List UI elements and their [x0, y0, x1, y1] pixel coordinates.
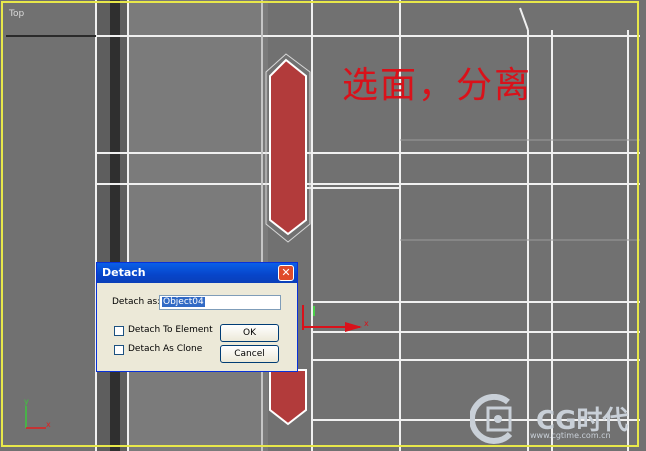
close-icon[interactable]: ✕	[278, 265, 294, 281]
cancel-button[interactable]: Cancel	[220, 345, 279, 363]
detach-as-input-value: Object04	[162, 297, 205, 307]
detach-as-clone-checkbox[interactable]	[114, 345, 124, 355]
selected-face-top[interactable]	[269, 58, 307, 236]
top-viewport[interactable]: Top 选面，分离 x y x CG时代 www.cgtime.com.cn D…	[0, 0, 646, 451]
dialog-title: Detach	[102, 266, 146, 279]
cg-logo-icon	[470, 394, 513, 444]
gizmo-x-label: x	[364, 319, 369, 328]
detach-to-element-checkbox[interactable]	[114, 326, 124, 336]
axis-x-label: x	[46, 420, 51, 429]
viewport-scene	[6, 0, 640, 451]
selected-face-bottom[interactable]	[269, 369, 307, 426]
ok-button[interactable]: OK	[220, 324, 279, 342]
detach-as-clone-label[interactable]: Detach As Clone	[128, 344, 202, 354]
annotation-text: 选面，分离	[342, 65, 533, 106]
axis-y-label: y	[24, 397, 29, 406]
viewport-label[interactable]: Top	[9, 9, 24, 19]
gray-region	[128, 0, 268, 451]
watermark-url: www.cgtime.com.cn	[530, 431, 611, 440]
detach-as-input[interactable]: Object04	[159, 295, 281, 310]
dialog-titlebar[interactable]: Detach ✕	[97, 263, 297, 283]
dark-band-core	[110, 0, 120, 451]
gizmo-x-arrow[interactable]	[345, 322, 362, 332]
detach-as-label: Detach as:	[112, 297, 161, 307]
detach-to-element-label[interactable]: Detach To Element	[128, 325, 213, 335]
detach-dialog: Detach ✕ Detach as: Object04 Detach To E…	[96, 262, 298, 372]
